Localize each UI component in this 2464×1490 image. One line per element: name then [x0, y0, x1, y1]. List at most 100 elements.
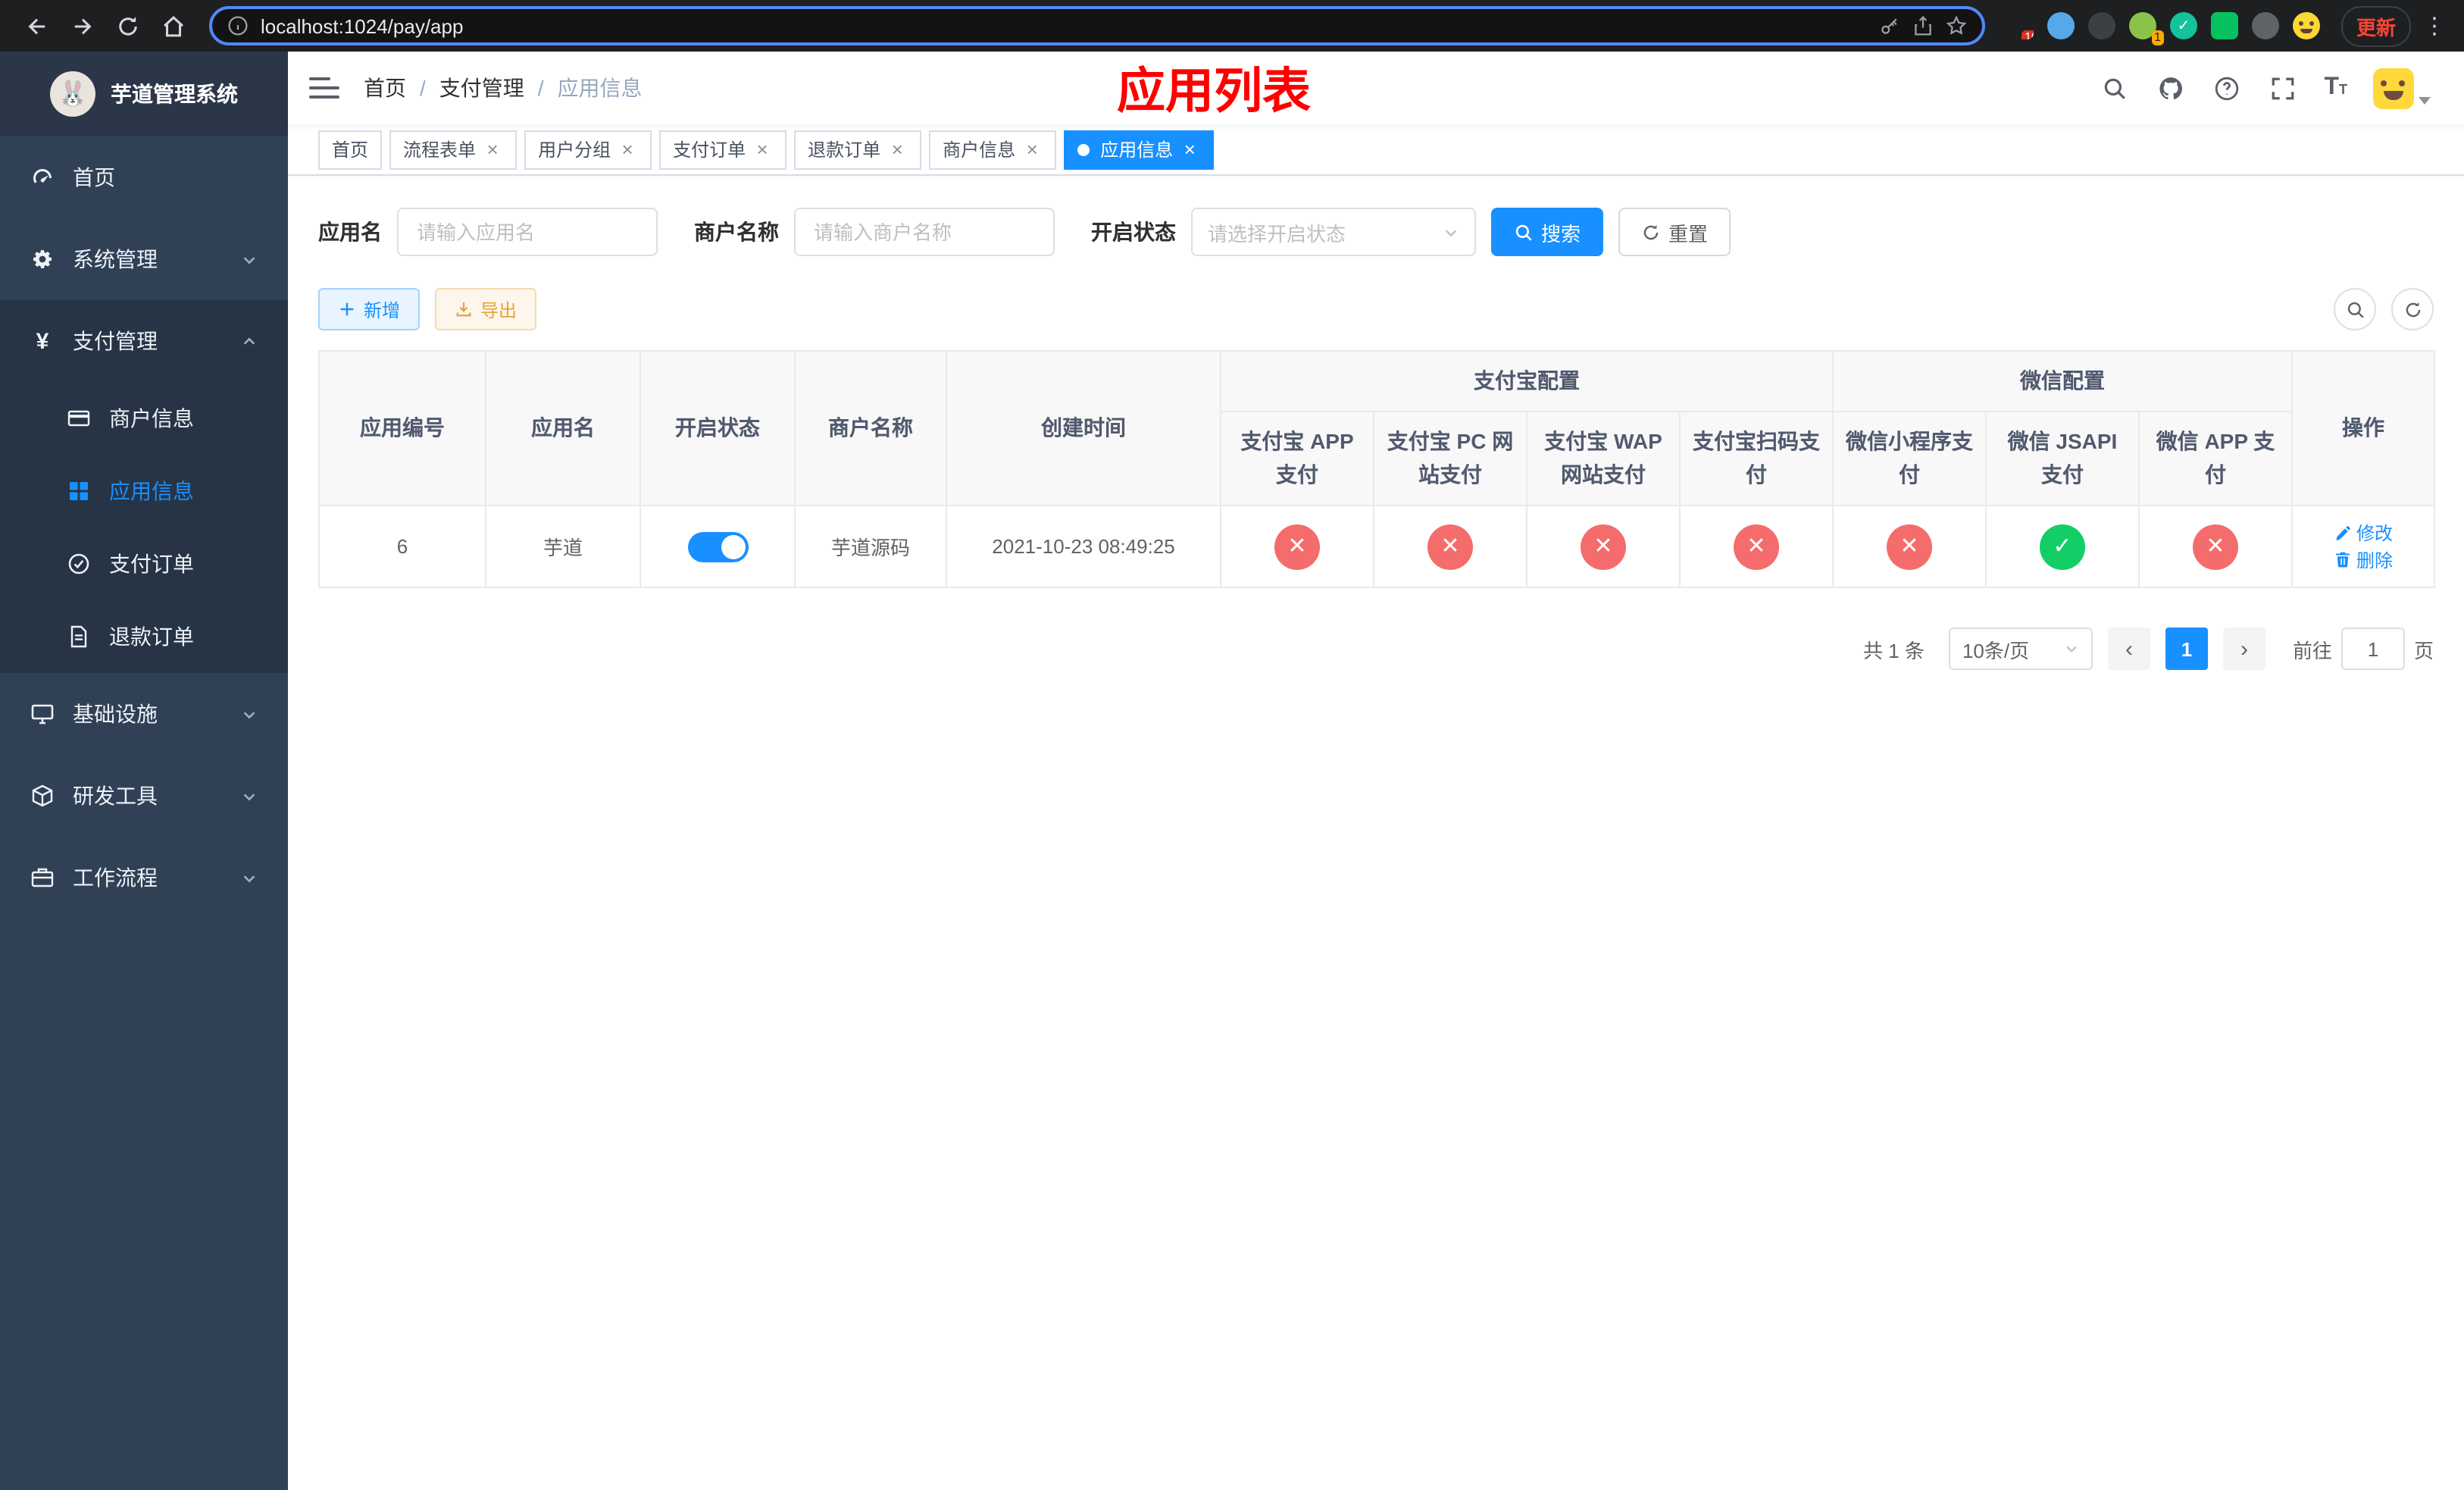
wechat-mini-cell: [1832, 505, 1987, 588]
breadcrumb-pay[interactable]: 支付管理: [439, 73, 524, 103]
refresh-icon: [1643, 224, 1659, 239]
forward-icon[interactable]: [61, 6, 103, 45]
sidebar-item-pay[interactable]: ¥ 支付管理: [0, 300, 288, 382]
tab-merchant-info[interactable]: 商户信息: [929, 130, 1057, 169]
tab-pay-order[interactable]: 支付订单: [659, 130, 787, 169]
sidebar-item-system[interactable]: 系统管理: [0, 218, 288, 300]
page-1-button[interactable]: 1: [2165, 628, 2208, 670]
tab-home[interactable]: 首页: [318, 130, 383, 169]
address-bar[interactable]: localhost:1024/pay/app: [209, 6, 1985, 45]
browser-menu-icon[interactable]: ⋮: [2420, 12, 2449, 39]
chevron-down-icon: [241, 869, 258, 886]
sidebar-item-merchant-info[interactable]: 商户信息: [0, 382, 288, 455]
sidebar-toggle-icon[interactable]: [309, 73, 339, 103]
col-alipay-qr: 支付宝扫码支付: [1679, 411, 1834, 506]
extension-mosaic-icon[interactable]: 10: [2006, 12, 2034, 39]
search-button[interactable]: 搜索: [1491, 208, 1604, 256]
trash-icon: [2335, 552, 2350, 568]
page-size-select[interactable]: 10条/页: [1948, 628, 2093, 670]
url-text[interactable]: localhost:1024/pay/app: [261, 14, 1867, 37]
tab-close-icon[interactable]: [886, 139, 908, 160]
extension-pinwheel-icon[interactable]: [2251, 12, 2279, 39]
browser-update-button[interactable]: 更新: [2340, 5, 2411, 46]
goto-unit-label: 页: [2413, 639, 2434, 662]
fullscreen-icon[interactable]: [2268, 73, 2298, 103]
tab-close-icon[interactable]: [1021, 139, 1043, 160]
sidebar-item-refund-order[interactable]: 退款订单: [0, 600, 288, 673]
sidebar-item-infra[interactable]: 基础设施: [0, 673, 288, 755]
sidebar-item-app-info[interactable]: 应用信息: [0, 455, 288, 527]
chevron-down-icon: [241, 787, 258, 804]
config-status-icon[interactable]: [1274, 524, 1320, 569]
tab-app-info[interactable]: 应用信息: [1064, 130, 1215, 169]
bookmark-star-icon[interactable]: [1946, 15, 1967, 36]
sidebar-item-label: 支付订单: [109, 552, 194, 576]
sidebar-item-label: 首页: [73, 165, 115, 189]
sidebar-item-workflow[interactable]: 工作流程: [0, 837, 288, 919]
tab-refund-order[interactable]: 退款订单: [794, 130, 922, 169]
chevron-up-icon: [241, 333, 258, 349]
password-key-icon[interactable]: [1879, 15, 1900, 36]
prev-page-button[interactable]: [2107, 628, 2150, 670]
extension-avatar-icon[interactable]: 1: [2128, 12, 2164, 45]
col-alipay-wap: 支付宝 WAP 网站支付: [1526, 411, 1681, 506]
tab-user-group[interactable]: 用户分组: [524, 130, 652, 169]
config-status-icon[interactable]: [1581, 524, 1626, 569]
github-icon[interactable]: [2156, 73, 2186, 103]
status-toggle[interactable]: [687, 531, 748, 562]
config-status-icon[interactable]: [1427, 524, 1473, 569]
reset-button-label: 重置: [1668, 222, 1709, 245]
page: localhost:1024/pay/app 10 1 ✓ 更新 ⋮: [0, 0, 2464, 1490]
sidebar-item-pay-order[interactable]: 支付订单: [0, 527, 288, 600]
sidebar-logo[interactable]: 🐰 芋道管理系统: [0, 52, 288, 136]
show-search-button[interactable]: [2334, 288, 2376, 330]
next-page-button[interactable]: [2222, 628, 2265, 670]
font-size-icon[interactable]: TT: [2324, 75, 2347, 100]
reset-button[interactable]: 重置: [1618, 208, 1731, 256]
help-icon[interactable]: [2212, 73, 2242, 103]
sidebar-item-label: 退款订单: [109, 624, 194, 649]
extension-dark-icon[interactable]: [2087, 12, 2115, 39]
reload-icon[interactable]: [106, 6, 149, 45]
config-status-icon[interactable]: [2040, 524, 2085, 569]
breadcrumb-separator: /: [420, 76, 426, 100]
home-icon[interactable]: [152, 6, 194, 45]
col-alipay-pc: 支付宝 PC 网站支付: [1373, 411, 1527, 506]
add-button[interactable]: 新增: [318, 288, 421, 330]
sidebar-item-dev-tools[interactable]: 研发工具: [0, 755, 288, 837]
config-status-icon[interactable]: [2193, 524, 2238, 569]
refresh-table-button[interactable]: [2391, 288, 2434, 330]
export-button[interactable]: 导出: [435, 288, 537, 330]
logo-avatar: 🐰: [50, 71, 95, 117]
app-id-cell: 6: [318, 505, 486, 588]
search-icon[interactable]: [2100, 73, 2130, 103]
tab-process-form[interactable]: 流程表单: [389, 130, 518, 169]
extension-check-icon[interactable]: ✓: [2169, 12, 2197, 39]
user-avatar[interactable]: [2373, 67, 2431, 108]
extension-wechat-icon[interactable]: [2210, 12, 2238, 39]
tab-close-icon[interactable]: [1179, 139, 1200, 160]
extension-drop-icon[interactable]: [2047, 12, 2075, 39]
tab-close-icon[interactable]: [482, 139, 503, 160]
config-status-icon[interactable]: [1887, 524, 1932, 569]
tab-close-icon[interactable]: [617, 139, 638, 160]
breadcrumb-home[interactable]: 首页: [364, 73, 406, 103]
app-name-input[interactable]: [397, 208, 658, 256]
config-status-icon[interactable]: [1734, 524, 1779, 569]
goto-page-input[interactable]: [2340, 628, 2405, 670]
share-icon[interactable]: [1912, 15, 1934, 36]
avatar-emoji: [2373, 67, 2414, 108]
merchant-name-input[interactable]: [794, 208, 1055, 256]
delete-button[interactable]: 删除: [2334, 546, 2393, 572]
edit-button[interactable]: 修改: [2334, 520, 2393, 546]
search-button-label: 搜索: [1541, 222, 1581, 245]
back-icon[interactable]: [15, 6, 58, 45]
sidebar-item-label: 基础设施: [73, 702, 158, 726]
status-select[interactable]: 请选择开启状态: [1191, 208, 1476, 256]
pagination-total: 共 1 条: [1863, 639, 1925, 662]
site-info-icon[interactable]: [227, 15, 249, 36]
credit-card-icon: [67, 406, 91, 430]
extension-emoji-icon[interactable]: [2292, 12, 2320, 39]
tab-close-icon[interactable]: [752, 139, 773, 160]
sidebar-item-home[interactable]: 首页: [0, 136, 288, 218]
